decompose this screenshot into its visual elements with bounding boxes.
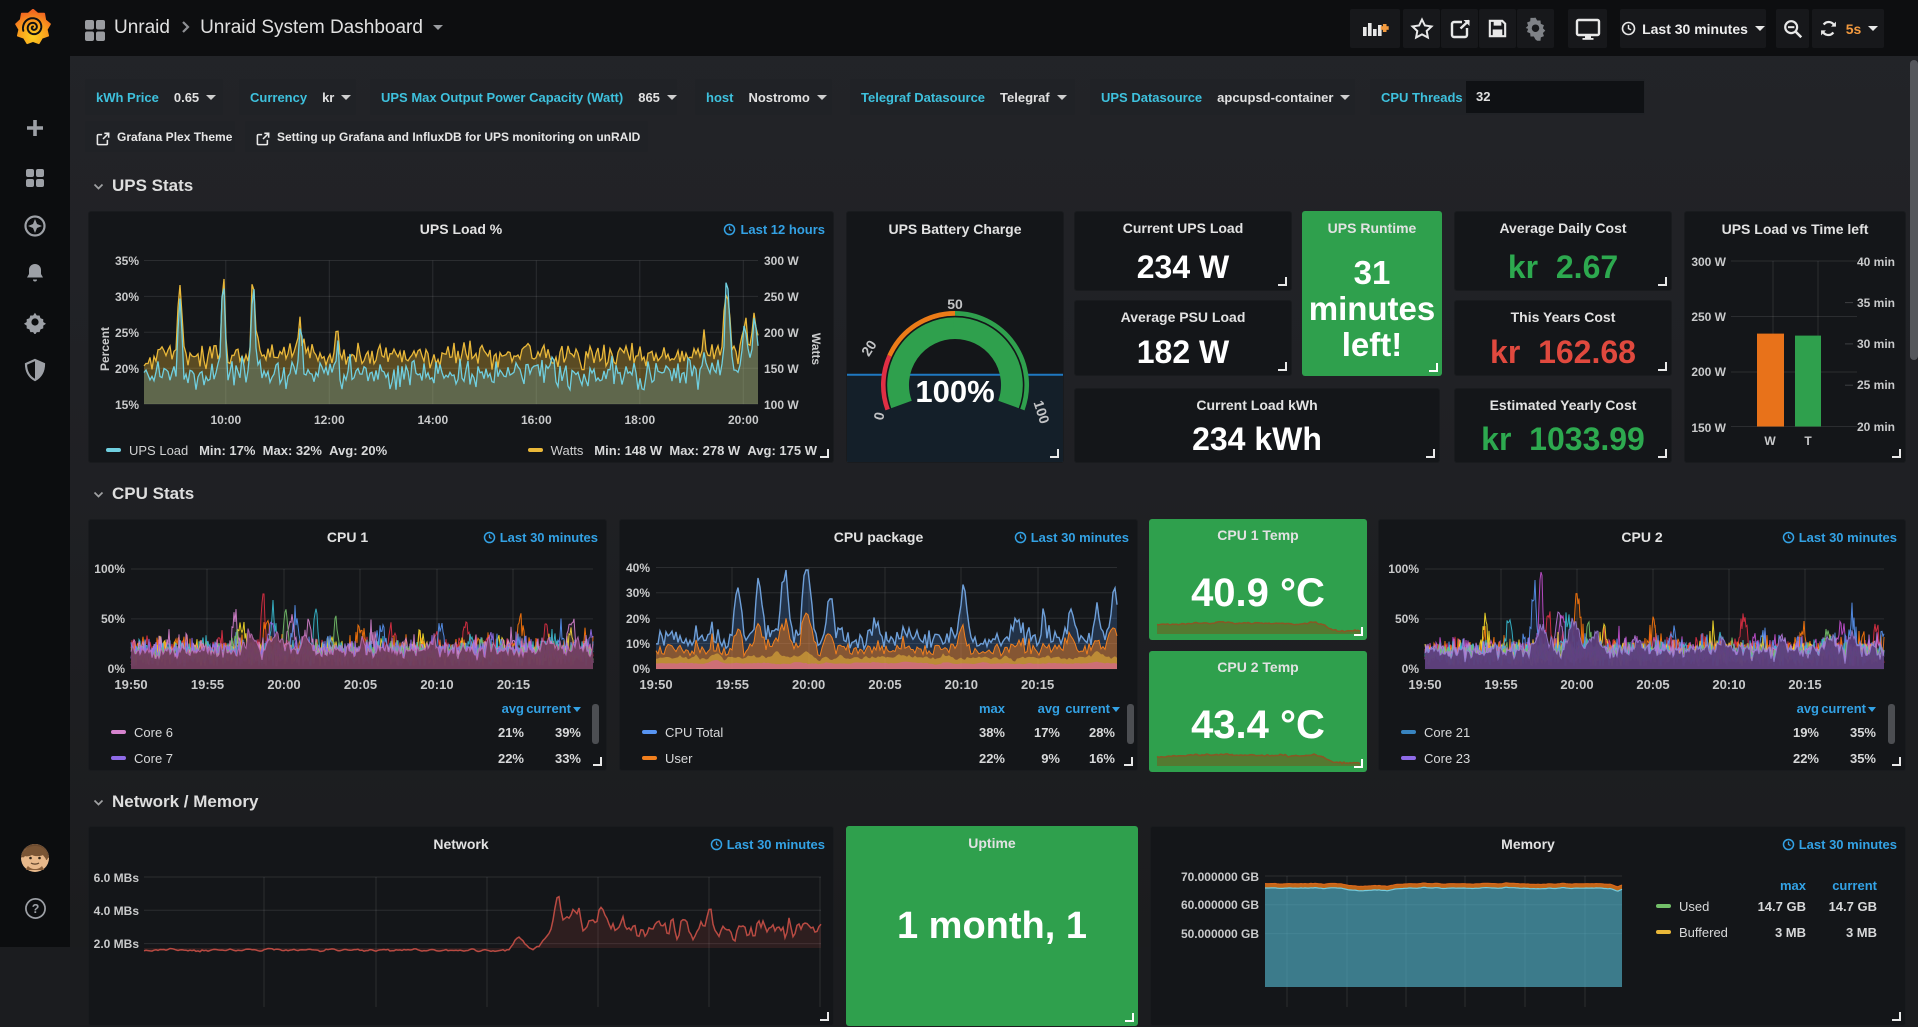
- svg-text:?: ?: [32, 902, 40, 916]
